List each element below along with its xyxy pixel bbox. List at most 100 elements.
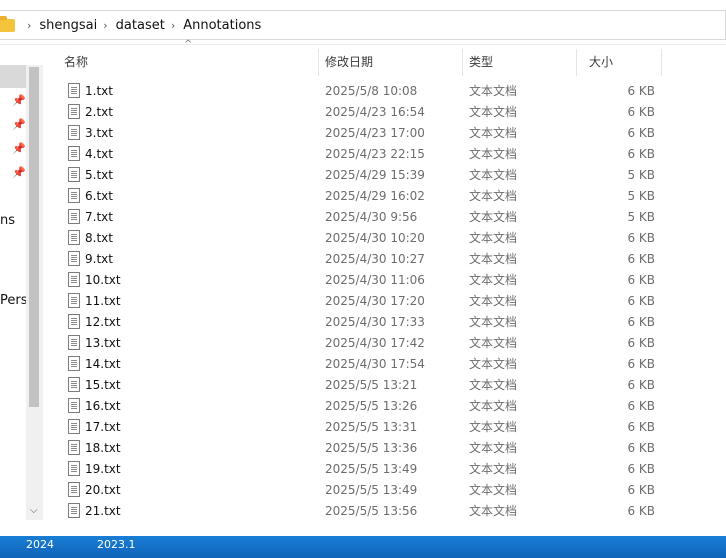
file-size: 6 KB (627, 399, 655, 413)
text-file-icon (68, 293, 80, 308)
file-type: 文本文档 (469, 252, 518, 266)
text-file-icon (68, 398, 80, 413)
file-row[interactable]: 4.txt 2025/4/23 22:15 文本文档 6 KB (54, 144, 726, 165)
file-size: 5 KB (627, 168, 655, 182)
file-type: 文本文档 (469, 189, 518, 203)
file-size: 6 KB (627, 294, 655, 308)
file-date: 2025/4/30 9:56 (325, 210, 418, 224)
taskbar[interactable]: 2024 2023.1 (0, 536, 726, 558)
file-type: 文本文档 (469, 441, 518, 455)
file-name: 19.txt (85, 462, 121, 476)
breadcrumb-item-shengsai[interactable]: shengsai (39, 18, 97, 33)
file-date: 2025/4/23 22:15 (325, 147, 425, 161)
file-name: 16.txt (85, 399, 121, 413)
file-row[interactable]: 21.txt 2025/5/5 13:56 文本文档 6 KB (54, 501, 726, 521)
text-file-icon (68, 314, 80, 329)
column-header-type[interactable]: 类型 (459, 49, 577, 76)
file-type: 文本文档 (469, 357, 518, 371)
file-row[interactable]: 17.txt 2025/5/5 13:31 文本文档 6 KB (54, 417, 726, 438)
column-header-date[interactable]: 修改日期 (315, 49, 463, 76)
chevron-right-icon[interactable]: › (27, 19, 31, 32)
chevron-down-icon[interactable]: ⌵ (30, 505, 38, 516)
taskbar-label[interactable]: 2023.1 (97, 538, 136, 551)
folder-icon (0, 15, 15, 32)
pin-icon: 📌 (12, 166, 26, 179)
file-row[interactable]: 19.txt 2025/5/5 13:49 文本文档 6 KB (54, 459, 726, 480)
breadcrumb-item-annotations[interactable]: Annotations (183, 18, 261, 33)
chevron-right-icon[interactable]: › (103, 19, 107, 32)
file-row[interactable]: 15.txt 2025/5/5 13:21 文本文档 6 KB (54, 375, 726, 396)
file-row[interactable]: 9.txt 2025/4/30 10:27 文本文档 6 KB (54, 249, 726, 270)
file-type: 文本文档 (469, 126, 518, 140)
file-size: 6 KB (627, 252, 655, 266)
file-name: 14.txt (85, 357, 121, 371)
taskbar-label[interactable]: 2024 (26, 538, 54, 551)
file-type: 文本文档 (469, 378, 518, 392)
address-bar[interactable]: › shengsai › dataset › Annotations (0, 0, 726, 45)
text-file-icon (68, 167, 80, 182)
text-file-icon (68, 272, 80, 287)
file-row[interactable]: 13.txt 2025/4/30 17:42 文本文档 6 KB (54, 333, 726, 354)
file-name: 9.txt (85, 252, 113, 266)
chevron-right-icon[interactable]: › (171, 19, 175, 32)
file-size: 6 KB (627, 504, 655, 518)
navigation-pane[interactable]: 📌 📌 📌 📌 ns Pers ⌵ (0, 45, 44, 520)
file-name: 17.txt (85, 420, 121, 434)
file-size: 5 KB (627, 189, 655, 203)
file-type: 文本文档 (469, 483, 518, 497)
file-row[interactable]: 10.txt 2025/4/30 11:06 文本文档 6 KB (54, 270, 726, 291)
file-size: 6 KB (627, 441, 655, 455)
file-row[interactable]: 7.txt 2025/4/30 9:56 文本文档 5 KB (54, 207, 726, 228)
file-row[interactable]: 20.txt 2025/5/5 13:49 文本文档 6 KB (54, 480, 726, 501)
text-file-icon (68, 125, 80, 140)
column-header: ^ 名称 修改日期 类型 大小 (54, 39, 726, 80)
nav-scrollbar[interactable]: ⌵ (26, 65, 43, 520)
file-date: 2025/4/23 17:00 (325, 126, 425, 140)
file-date: 2025/5/8 10:08 (325, 84, 418, 98)
file-date: 2025/5/5 13:31 (325, 420, 418, 434)
text-file-icon (68, 419, 80, 434)
file-row[interactable]: 14.txt 2025/4/30 17:54 文本文档 6 KB (54, 354, 726, 375)
file-row[interactable]: 8.txt 2025/4/30 10:20 文本文档 6 KB (54, 228, 726, 249)
file-row[interactable]: 12.txt 2025/4/30 17:33 文本文档 6 KB (54, 312, 726, 333)
file-name: 15.txt (85, 378, 121, 392)
file-row[interactable]: 6.txt 2025/4/29 16:02 文本文档 5 KB (54, 186, 726, 207)
scrollbar-thumb[interactable] (29, 67, 39, 407)
file-date: 2025/5/5 13:49 (325, 462, 418, 476)
text-file-icon (68, 146, 80, 161)
file-row[interactable]: 5.txt 2025/4/29 15:39 文本文档 5 KB (54, 165, 726, 186)
file-name: 7.txt (85, 210, 113, 224)
file-type: 文本文档 (469, 168, 518, 182)
file-row[interactable]: 2.txt 2025/4/23 16:54 文本文档 6 KB (54, 102, 726, 123)
file-type: 文本文档 (469, 210, 518, 224)
file-row[interactable]: 3.txt 2025/4/23 17:00 文本文档 6 KB (54, 123, 726, 144)
pin-icon: 📌 (12, 118, 26, 131)
text-file-icon (68, 440, 80, 455)
file-name: 3.txt (85, 126, 113, 140)
breadcrumb-item-dataset[interactable]: dataset (116, 18, 165, 33)
text-file-icon (68, 356, 80, 371)
file-size: 6 KB (627, 462, 655, 476)
nav-item-partial[interactable]: Pers (0, 293, 28, 308)
text-file-icon (68, 503, 80, 518)
file-name: 12.txt (85, 315, 121, 329)
column-header-size[interactable]: 大小 (579, 49, 662, 76)
nav-item-partial[interactable]: ns (0, 213, 15, 228)
file-size: 6 KB (627, 147, 655, 161)
breadcrumb[interactable]: › shengsai › dataset › Annotations (0, 10, 726, 40)
nav-selected-item[interactable] (0, 65, 26, 88)
column-header-name[interactable]: 名称 (54, 49, 319, 76)
file-name: 18.txt (85, 441, 121, 455)
file-list: 1.txt 2025/5/8 10:08 文本文档 6 KB 2.txt 2025/4/2… (54, 81, 726, 521)
file-name: 4.txt (85, 147, 113, 161)
file-name: 2.txt (85, 105, 113, 119)
pin-icon: 📌 (12, 94, 26, 107)
file-row[interactable]: 1.txt 2025/5/8 10:08 文本文档 6 KB (54, 81, 726, 102)
file-row[interactable]: 16.txt 2025/5/5 13:26 文本文档 6 KB (54, 396, 726, 417)
file-row[interactable]: 18.txt 2025/5/5 13:36 文本文档 6 KB (54, 438, 726, 459)
file-date: 2025/4/30 17:54 (325, 357, 425, 371)
file-size: 6 KB (627, 231, 655, 245)
file-size: 6 KB (627, 105, 655, 119)
file-row[interactable]: 11.txt 2025/4/30 17:20 文本文档 6 KB (54, 291, 726, 312)
file-type: 文本文档 (469, 147, 518, 161)
